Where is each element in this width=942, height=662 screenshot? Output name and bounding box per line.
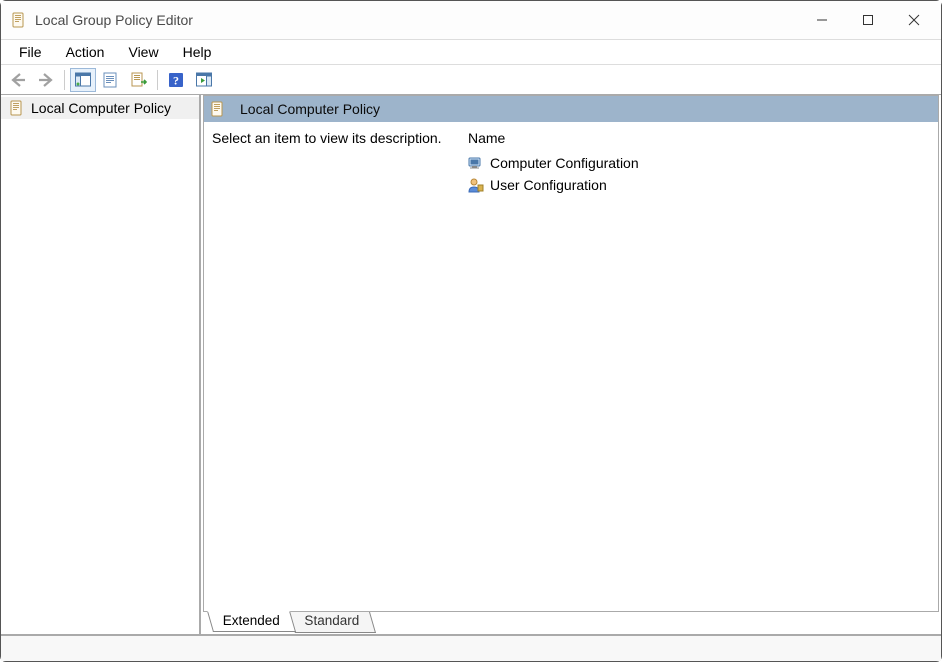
- back-button[interactable]: [5, 68, 31, 92]
- tree-node-label: Local Computer Policy: [31, 100, 171, 116]
- computer-icon: [468, 155, 484, 171]
- policy-icon: [210, 101, 226, 117]
- details-tabs: Extended Standard: [201, 612, 941, 634]
- menu-view[interactable]: View: [116, 41, 170, 63]
- menu-help[interactable]: Help: [171, 41, 224, 63]
- svg-text:?: ?: [173, 73, 179, 87]
- details-body: Select an item to view its description. …: [204, 122, 938, 611]
- user-icon: [468, 177, 484, 193]
- details-pane: Local Computer Policy Select an item to …: [201, 95, 941, 634]
- main-content: Local Computer Policy Local Computer Pol…: [1, 95, 941, 635]
- minimize-button[interactable]: [799, 4, 845, 36]
- list-item-user-configuration[interactable]: User Configuration: [468, 174, 938, 196]
- toolbar: ?: [1, 65, 941, 95]
- list-item-label: Computer Configuration: [490, 155, 639, 171]
- policy-icon: [9, 100, 25, 116]
- close-button[interactable]: [891, 4, 937, 36]
- list-item-label: User Configuration: [490, 177, 607, 193]
- description-prompt: Select an item to view its description.: [212, 130, 442, 146]
- help-button[interactable]: ?: [163, 68, 189, 92]
- details-header-title: Local Computer Policy: [240, 101, 380, 117]
- tab-standard[interactable]: Standard: [289, 612, 376, 633]
- details-header: Local Computer Policy: [204, 96, 938, 122]
- list-item-computer-configuration[interactable]: Computer Configuration: [468, 152, 938, 174]
- app-icon: [11, 12, 27, 28]
- toolbar-separator: [157, 70, 158, 90]
- description-column: Select an item to view its description.: [204, 122, 468, 611]
- titlebar: Local Group Policy Editor: [1, 1, 941, 39]
- toolbar-separator: [64, 70, 65, 90]
- properties-button[interactable]: [98, 68, 124, 92]
- menu-file[interactable]: File: [7, 41, 54, 63]
- show-hide-action-pane-button[interactable]: [191, 68, 217, 92]
- window-title: Local Group Policy Editor: [35, 12, 193, 28]
- list-column: Name Computer Configuration User Configu…: [468, 122, 938, 611]
- statusbar: [1, 635, 941, 661]
- tree-pane[interactable]: Local Computer Policy: [1, 95, 201, 634]
- export-list-button[interactable]: [126, 68, 152, 92]
- show-hide-tree-button[interactable]: [70, 68, 96, 92]
- column-header-name[interactable]: Name: [468, 126, 938, 152]
- tab-extended[interactable]: Extended: [207, 611, 296, 632]
- window-controls: [799, 4, 937, 36]
- menubar: File Action View Help: [1, 39, 941, 65]
- maximize-button[interactable]: [845, 4, 891, 36]
- menu-action[interactable]: Action: [54, 41, 117, 63]
- tree-node-local-computer-policy[interactable]: Local Computer Policy: [1, 97, 199, 119]
- forward-button[interactable]: [33, 68, 59, 92]
